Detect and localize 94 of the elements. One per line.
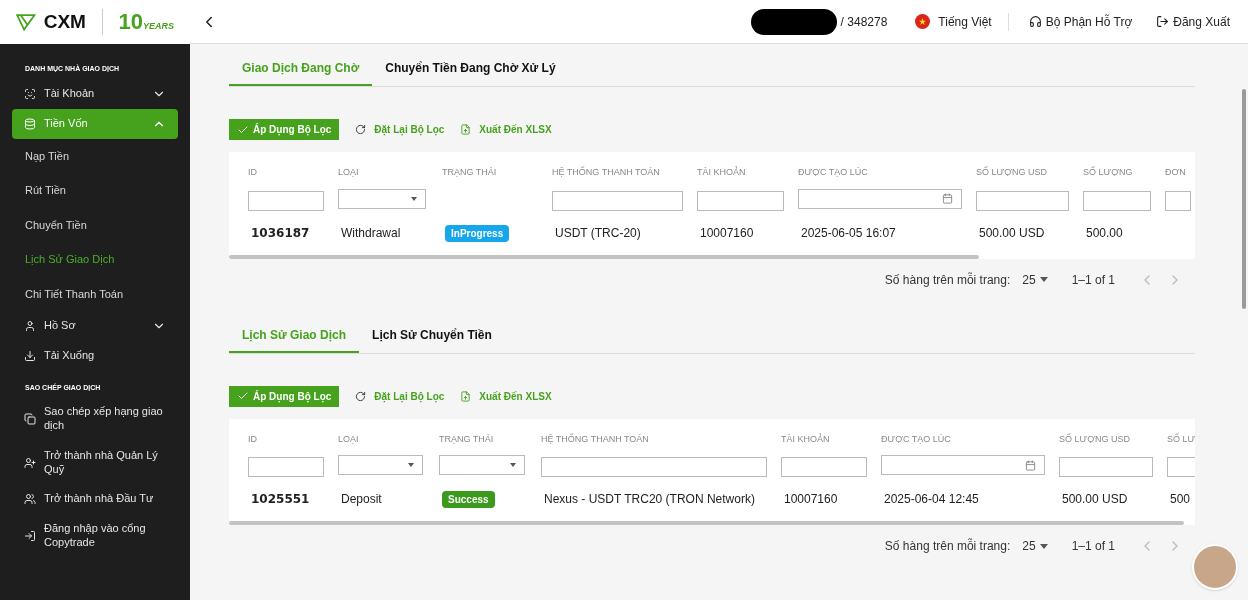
date-filter-field[interactable] (881, 455, 1045, 475)
table-cell: 1025551 (251, 492, 310, 506)
file-upload-icon (460, 124, 472, 135)
column-header: TÀI KHOẢN (697, 166, 747, 179)
dropdown-caret-icon (408, 463, 414, 467)
sidebar-item[interactable]: Trở thành nhà Quản Lý Quỹ (12, 440, 178, 485)
filter-input[interactable] (248, 190, 324, 211)
sidebar-item[interactable]: Tải Xuống (12, 341, 178, 371)
rows-per-page-label: Số hàng trên mỗi trang: (884, 537, 1011, 555)
logout-button[interactable]: Đăng Xuất (1156, 12, 1230, 31)
table-cell: 2025-06-04 12:45 (884, 492, 979, 506)
column-header: TRẠNG THÁI (442, 166, 498, 179)
logo-text: CXM (43, 9, 86, 34)
reset-icon (355, 390, 367, 402)
dropdown-caret-icon (510, 463, 516, 467)
language-button[interactable]: Tiếng Việt (915, 12, 1009, 31)
column-header: TÀI KHOẢN (781, 432, 831, 446)
column-header: ĐƠN (1165, 166, 1187, 179)
submenu-item[interactable]: Rút Tiền (0, 173, 190, 208)
table-cell: 2025-06-05 16:07 (801, 225, 896, 240)
file-upload-icon (460, 390, 472, 402)
table-cell: 500.00 USD (979, 225, 1045, 240)
column-header: HỆ THỐNG THANH TOÁN (541, 432, 650, 446)
dropdown-caret-icon (411, 196, 417, 201)
sidebar-item[interactable]: Sao chép xếp hạng giao dịch (12, 397, 178, 441)
vertical-scrollbar[interactable] (1242, 89, 1246, 309)
sidebar-item[interactable]: Trở thành nhà Đầu Tư (12, 484, 178, 514)
column-header: HỆ THỐNG THANH TOÁN (552, 166, 661, 179)
date-filter-field[interactable] (798, 188, 962, 209)
table-cell: Nexus - USDT TRC20 (TRON Network) (544, 492, 755, 506)
headset-icon (1028, 15, 1042, 28)
reset-icon (355, 124, 367, 135)
sidebar-item[interactable]: Đăng nhập vào cổng Copytrade (12, 514, 178, 558)
filter-dropdown[interactable] (338, 455, 423, 475)
table-cell: 1036187 (251, 225, 310, 240)
sidebar-item[interactable]: Hồ Sơ (12, 311, 178, 341)
column-header: SỐ LƯ (1167, 432, 1195, 446)
column-header: SỐ LƯỢNG USD (976, 166, 1048, 179)
filter-input[interactable] (248, 457, 324, 477)
filter-input[interactable] (1167, 457, 1195, 477)
chat-avatar[interactable] (1192, 544, 1238, 590)
column-header: TRẠNG THÁI (439, 432, 495, 446)
filter-dropdown[interactable] (338, 188, 426, 209)
page-range: 1–1 of 1 (1071, 271, 1116, 289)
rows-per-page-label: Số hàng trên mỗi trang: (884, 271, 1011, 289)
column-header: LOẠI (338, 432, 360, 446)
filter-dropdown[interactable] (439, 455, 525, 475)
rows-per-page-select[interactable]: 25 (1022, 270, 1060, 289)
filter-input[interactable] (552, 190, 683, 211)
page-range: 1–1 of 1 (1071, 538, 1116, 555)
status-badge: InProgress (445, 224, 510, 242)
filter-input[interactable] (541, 457, 767, 477)
column-header: ID (248, 432, 258, 446)
table-cell: 500 (1170, 492, 1191, 506)
submenu-item[interactable]: Lịch Sử Giao Dịch (0, 242, 190, 277)
calendar-icon (942, 193, 953, 204)
column-header: ĐƯỢC TẠO LÚC (798, 166, 869, 179)
table-cell: 10007160 (784, 492, 838, 506)
support-button[interactable]: Bộ Phận Hỗ Trợ (1028, 12, 1133, 31)
filter-input[interactable] (1165, 190, 1191, 211)
horizontal-scrollbar[interactable] (229, 254, 979, 259)
column-header: SỐ LƯỢNG (1083, 166, 1134, 179)
filter-input[interactable] (1083, 190, 1151, 211)
tab[interactable]: Lịch Sử Chuyển Tiền (359, 318, 505, 353)
dropdown-caret-icon (1039, 277, 1048, 282)
flag-icon (915, 14, 931, 29)
submenu-item[interactable]: Chuyển Tiền (0, 207, 190, 242)
submenu-item[interactable]: Nạp Tiền (0, 138, 190, 173)
column-header: ĐƯỢC TẠO LÚC (881, 432, 952, 446)
horizontal-scrollbar[interactable] (229, 521, 1184, 525)
filter-input[interactable] (781, 457, 867, 477)
dropdown-caret-icon (1039, 543, 1048, 549)
filter-input[interactable] (976, 190, 1069, 211)
filter-input[interactable] (1059, 457, 1153, 477)
anniversary-logo: 10 YEARS (118, 11, 174, 33)
column-header: SỐ LƯỢNG USD (1059, 432, 1131, 446)
column-header: LOẠI (338, 166, 360, 179)
check-icon (237, 390, 249, 402)
column-header: ID (248, 166, 258, 179)
table-cell: Deposit (341, 492, 382, 506)
table-cell: 500.00 (1086, 225, 1123, 240)
table-cell: USDT (TRC-20) (555, 225, 641, 240)
table-cell: 10007160 (700, 225, 754, 240)
calendar-icon (1025, 459, 1036, 471)
submenu-item[interactable]: Chi Tiết Thanh Toán (0, 276, 190, 311)
table-cell: 500.00 USD (1062, 492, 1128, 506)
filter-input[interactable] (697, 190, 784, 211)
status-badge: Success (442, 491, 495, 508)
table-cell: Withdrawal (341, 225, 401, 240)
rows-per-page-select[interactable]: 25 (1022, 537, 1060, 555)
sidebar-item[interactable]: Tài Khoản (12, 78, 178, 109)
account-number: / 348278 (840, 13, 888, 31)
logout-icon (1156, 15, 1170, 28)
tab[interactable]: Chuyển Tiền Đang Chờ Xử Lý (372, 52, 569, 86)
